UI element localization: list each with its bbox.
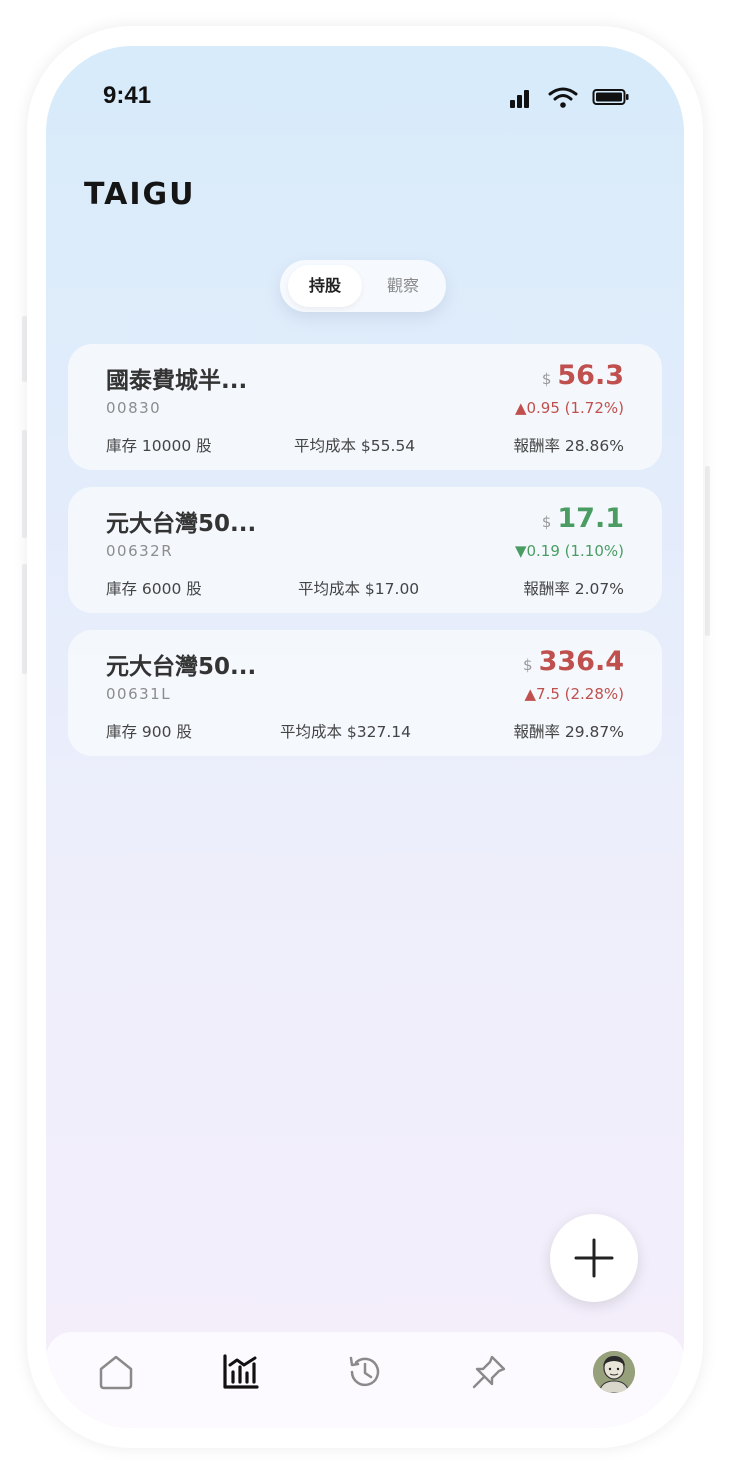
currency-symbol: $: [523, 656, 533, 674]
signal-icon: [510, 90, 529, 108]
app-logo: TAIGU: [84, 177, 196, 212]
home-icon: [99, 1355, 133, 1390]
add-holding-button[interactable]: [550, 1214, 638, 1302]
stock-name: 元大台灣50...: [106, 654, 257, 680]
holding-quantity: 庫存 6000 股: [106, 580, 202, 598]
tab-holdings[interactable]: 持股: [288, 265, 362, 307]
average-cost: 平均成本 $17.00: [298, 580, 420, 598]
pin-icon: [472, 1355, 506, 1389]
average-cost: 平均成本 $55.54: [294, 437, 416, 455]
holding-quantity: 庫存 900 股: [106, 723, 192, 741]
status-time: 9:41: [103, 82, 152, 109]
tab-watchlist[interactable]: 觀察: [368, 265, 438, 307]
currency-symbol: $: [541, 513, 552, 531]
average-cost: 平均成本 $327.14: [280, 723, 412, 741]
holding-card[interactable]: 元大台灣50... 00632R $ 17.1 ▼0.19 (1.10%) 庫存…: [68, 487, 662, 613]
tab-pinned[interactable]: [467, 1350, 511, 1394]
stock-code: 00632R: [106, 542, 174, 560]
stock-price: 17.1: [557, 503, 624, 534]
tab-history[interactable]: [343, 1350, 387, 1394]
avatar: [593, 1351, 635, 1393]
stock-price: 336.4: [538, 646, 624, 677]
price-group: $ 56.3: [542, 360, 624, 391]
segmented-control: 持股 觀察: [280, 260, 446, 312]
price-group: $ 336.4: [523, 646, 624, 677]
stock-code: 00830: [106, 399, 162, 417]
return-rate: 報酬率 28.86%: [513, 437, 624, 455]
holding-quantity: 庫存 10000 股: [106, 437, 212, 455]
wifi-icon: [548, 87, 578, 108]
tab-portfolio[interactable]: [219, 1350, 263, 1394]
chart-icon: [223, 1354, 259, 1389]
stock-name: 元大台灣50...: [106, 511, 257, 537]
app-screen: 9:41 TAIGU 持股 觀察 國泰費城半... 00830 $ 56.3 ▲…: [46, 46, 684, 1428]
bottom-tab-bar: [46, 1332, 684, 1428]
price-change: ▲0.95 (1.72%): [514, 399, 624, 417]
stock-price: 56.3: [557, 360, 624, 391]
price-change: ▲7.5 (2.28%): [524, 685, 624, 703]
holding-card[interactable]: 國泰費城半... 00830 $ 56.3 ▲0.95 (1.72%) 庫存 1…: [68, 344, 662, 470]
return-rate: 報酬率 2.07%: [523, 580, 624, 598]
currency-symbol: $: [541, 370, 552, 388]
power-button: [705, 466, 710, 636]
status-icons: [510, 86, 630, 108]
tab-profile[interactable]: [592, 1350, 636, 1394]
price-group: $ 17.1: [542, 503, 624, 534]
tab-home[interactable]: [94, 1350, 138, 1394]
price-change: ▼0.19 (1.10%): [514, 542, 624, 560]
holding-card[interactable]: 元大台灣50... 00631L $ 336.4 ▲7.5 (2.28%) 庫存…: [68, 630, 662, 756]
plus-icon: [574, 1238, 614, 1278]
stock-code: 00631L: [106, 685, 172, 703]
history-icon: [349, 1356, 380, 1387]
return-rate: 報酬率 29.87%: [513, 723, 624, 741]
stock-name: 國泰費城半...: [106, 368, 248, 394]
battery-icon: [592, 89, 629, 105]
